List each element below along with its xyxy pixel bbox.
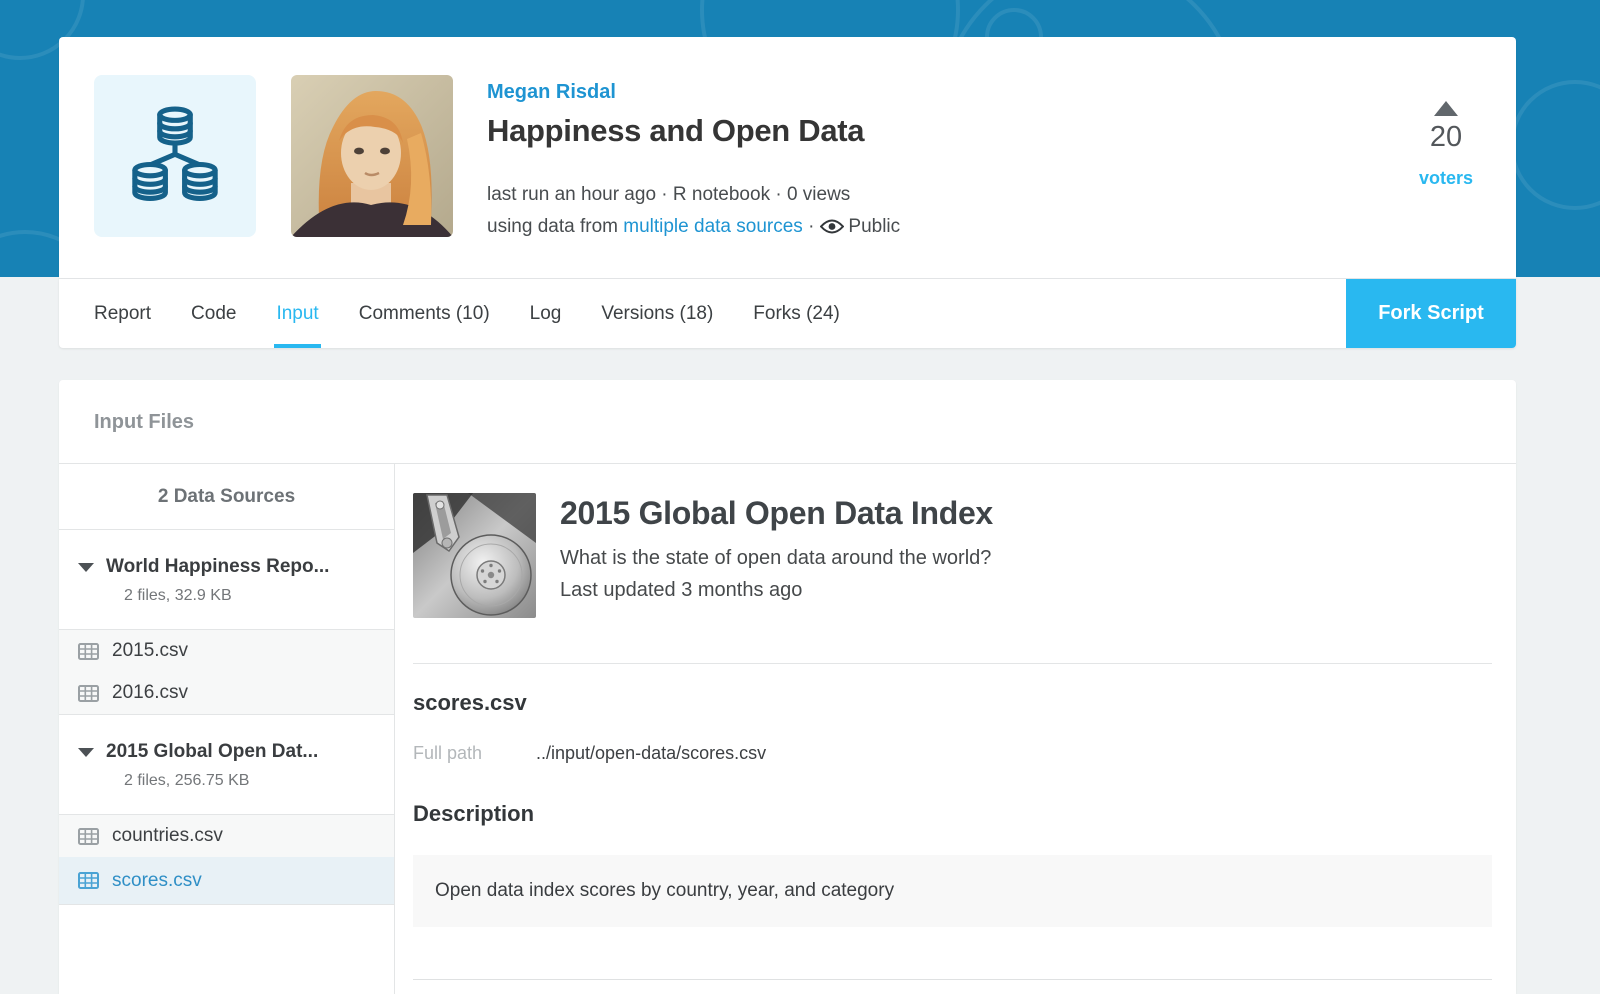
file-name: 2016.csv bbox=[112, 682, 189, 703]
full-path-row: Full path ../input/open-data/scores.csv bbox=[413, 743, 1492, 764]
kernel-meta: last run an hour ago · R notebook · 0 vi… bbox=[487, 179, 900, 243]
eye-icon bbox=[820, 219, 845, 234]
collapse-icon[interactable] bbox=[78, 747, 94, 757]
source-section-world-happiness[interactable]: World Happiness Repo... 2 files, 32.9 KB bbox=[59, 530, 394, 630]
tab-bar: Report Code Input Comments (10) Log Vers… bbox=[59, 279, 1516, 348]
dataset-subtitle: What is the state of open data around th… bbox=[560, 547, 992, 569]
full-path-value: ../input/open-data/scores.csv bbox=[536, 743, 767, 763]
visibility-label: Public bbox=[848, 216, 901, 237]
table-icon bbox=[78, 642, 99, 660]
table-icon bbox=[78, 684, 99, 702]
tab-comments[interactable]: Comments (10) bbox=[359, 279, 490, 348]
selected-file-heading: scores.csv bbox=[413, 690, 527, 715]
table-icon bbox=[78, 827, 99, 845]
author-avatar[interactable] bbox=[291, 75, 453, 237]
tab-versions[interactable]: Versions (18) bbox=[601, 279, 713, 348]
avatar-image bbox=[291, 75, 453, 237]
file-row-2015csv[interactable]: 2015.csv bbox=[59, 630, 394, 672]
data-sources-thumbnail[interactable] bbox=[94, 75, 256, 237]
meta-line-1: last run an hour ago · R notebook · 0 vi… bbox=[487, 184, 851, 205]
source-meta: 2 files, 32.9 KB bbox=[124, 587, 232, 604]
file-group: countries.csv scores.csv bbox=[59, 815, 394, 905]
file-row-2016csv[interactable]: 2016.csv bbox=[59, 672, 394, 714]
source-section-open-data-index[interactable]: 2015 Global Open Dat... 2 files, 256.75 … bbox=[59, 715, 394, 815]
dataset-title[interactable]: 2015 Global Open Data Index bbox=[560, 495, 993, 532]
source-name: World Happiness Repo... bbox=[106, 556, 330, 577]
source-meta: 2 files, 256.75 KB bbox=[124, 772, 250, 789]
bubble-decoration bbox=[1510, 80, 1600, 210]
dataset-thumbnail[interactable] bbox=[413, 493, 536, 618]
meta-line-2: using data from multiple data sources · … bbox=[487, 211, 900, 243]
meta-prefix: using data from bbox=[487, 216, 618, 237]
description-heading: Description bbox=[413, 801, 535, 826]
tab-log[interactable]: Log bbox=[530, 279, 562, 348]
full-path-label: Full path bbox=[413, 743, 483, 763]
multiple-data-sources-link[interactable]: multiple data sources bbox=[623, 216, 803, 237]
divider bbox=[413, 979, 1492, 980]
database-cluster-icon bbox=[132, 106, 218, 201]
file-name: countries.csv bbox=[112, 825, 223, 846]
file-detail-pane: 2015 Global Open Data Index What is the … bbox=[395, 464, 1516, 994]
voters-link[interactable]: voters bbox=[1419, 168, 1473, 189]
tab-report[interactable]: Report bbox=[94, 279, 151, 348]
collapse-icon[interactable] bbox=[78, 562, 94, 572]
hard-drive-image bbox=[413, 493, 536, 618]
file-name: scores.csv bbox=[112, 869, 202, 891]
file-name: 2015.csv bbox=[112, 640, 189, 661]
file-tree-sidebar: 2 Data Sources World Happiness Repo... 2… bbox=[59, 464, 395, 994]
file-row-scorescsv-selected[interactable]: scores.csv bbox=[59, 857, 394, 904]
source-name: 2015 Global Open Dat... bbox=[106, 741, 319, 762]
kernel-title: Happiness and Open Data bbox=[487, 113, 865, 148]
tab-input[interactable]: Input bbox=[274, 279, 321, 348]
author-link[interactable]: Megan Risdal bbox=[487, 81, 900, 104]
file-group: 2015.csv 2016.csv bbox=[59, 630, 394, 715]
data-sources-count: 2 Data Sources bbox=[59, 464, 394, 530]
meta-separator: · bbox=[808, 216, 815, 237]
file-row-countriescsv[interactable]: countries.csv bbox=[59, 815, 394, 857]
kernel-header-card: Megan Risdal Happiness and Open Data las… bbox=[59, 37, 1516, 279]
dataset-updated: Last updated 3 months ago bbox=[560, 579, 803, 601]
fork-script-button[interactable]: Fork Script bbox=[1346, 279, 1516, 348]
table-icon bbox=[78, 872, 99, 889]
tab-code[interactable]: Code bbox=[191, 279, 236, 348]
input-files-title: Input Files bbox=[59, 380, 1516, 464]
description-box: Open data index scores by country, year,… bbox=[413, 855, 1492, 927]
vote-count: 20 bbox=[1429, 121, 1463, 153]
tab-forks[interactable]: Forks (24) bbox=[753, 279, 840, 348]
divider bbox=[413, 663, 1492, 664]
upvote-button[interactable] bbox=[1434, 101, 1458, 116]
input-files-card: Input Files 2 Data Sources World Happine… bbox=[59, 380, 1516, 994]
description-text: Open data index scores by country, year,… bbox=[435, 880, 895, 901]
